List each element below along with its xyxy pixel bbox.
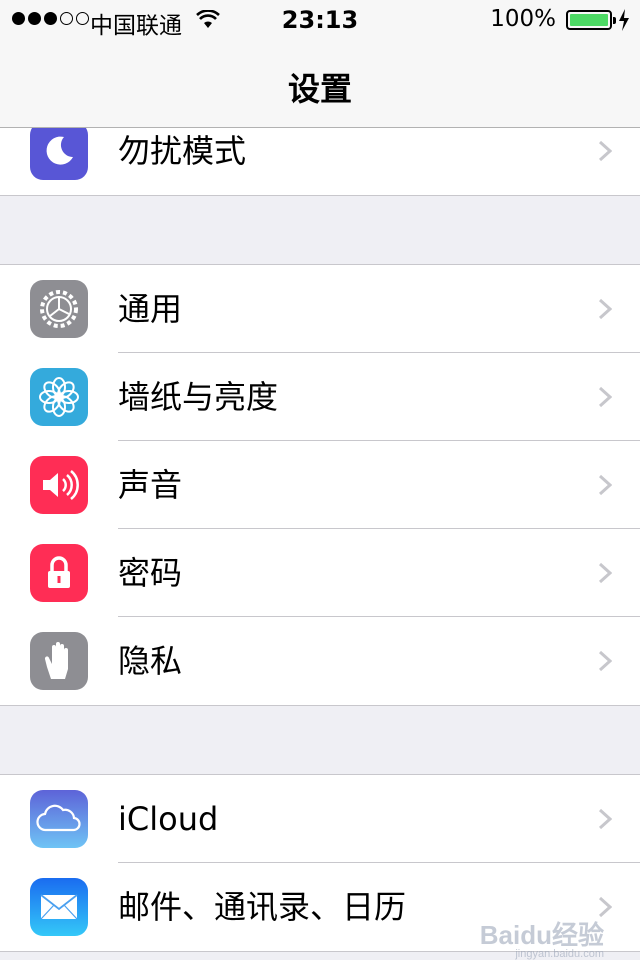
battery-icon — [566, 10, 616, 30]
battery-percent: 100% — [490, 6, 556, 32]
moon-icon — [30, 122, 88, 180]
row-label: 墙纸与亮度 — [118, 378, 279, 416]
top-bar: 中国联通 23:13 100% 设置 — [0, 0, 640, 128]
chevron-right-icon — [598, 562, 612, 584]
gear-icon — [30, 280, 88, 338]
page-title: 设置 — [287, 70, 352, 108]
battery-nub — [613, 17, 616, 24]
settings-row-privacy[interactable]: 隐私 — [0, 617, 640, 705]
charging-bolt-icon — [619, 9, 629, 31]
chevron-right-icon — [598, 298, 612, 320]
settings-row-sounds[interactable]: 声音 — [0, 441, 640, 529]
row-label: 邮件、通讯录、日历 — [118, 888, 407, 926]
mail-icon — [30, 878, 88, 936]
lock-icon — [30, 544, 88, 602]
row-label: 声音 — [118, 466, 183, 504]
settings-row-wallpaper-brightness[interactable]: 墙纸与亮度 — [0, 353, 640, 441]
flower-icon — [30, 368, 88, 426]
row-label: 隐私 — [118, 642, 183, 680]
settings-group-general: 通用 墙纸与亮度 声音 密码 隐私 — [0, 264, 640, 706]
chevron-right-icon — [598, 386, 612, 408]
settings-row-general[interactable]: 通用 — [0, 265, 640, 353]
settings-row-passcode[interactable]: 密码 — [0, 529, 640, 617]
hand-icon — [30, 632, 88, 690]
chevron-right-icon — [598, 808, 612, 830]
settings-row-icloud[interactable]: iCloud — [0, 775, 640, 863]
row-label: 密码 — [118, 554, 183, 592]
status-bar: 中国联通 23:13 100% — [0, 0, 640, 40]
battery-fill — [570, 14, 608, 26]
speaker-icon — [30, 456, 88, 514]
watermark-url: jingyan.baidu.com — [515, 948, 604, 960]
chevron-right-icon — [598, 650, 612, 672]
chevron-right-icon — [598, 474, 612, 496]
row-label: 通用 — [118, 290, 183, 328]
chevron-right-icon — [598, 140, 612, 162]
row-label: iCloud — [118, 800, 219, 838]
cloud-icon — [30, 790, 88, 848]
watermark-logo: Baidu经验 — [479, 920, 604, 950]
